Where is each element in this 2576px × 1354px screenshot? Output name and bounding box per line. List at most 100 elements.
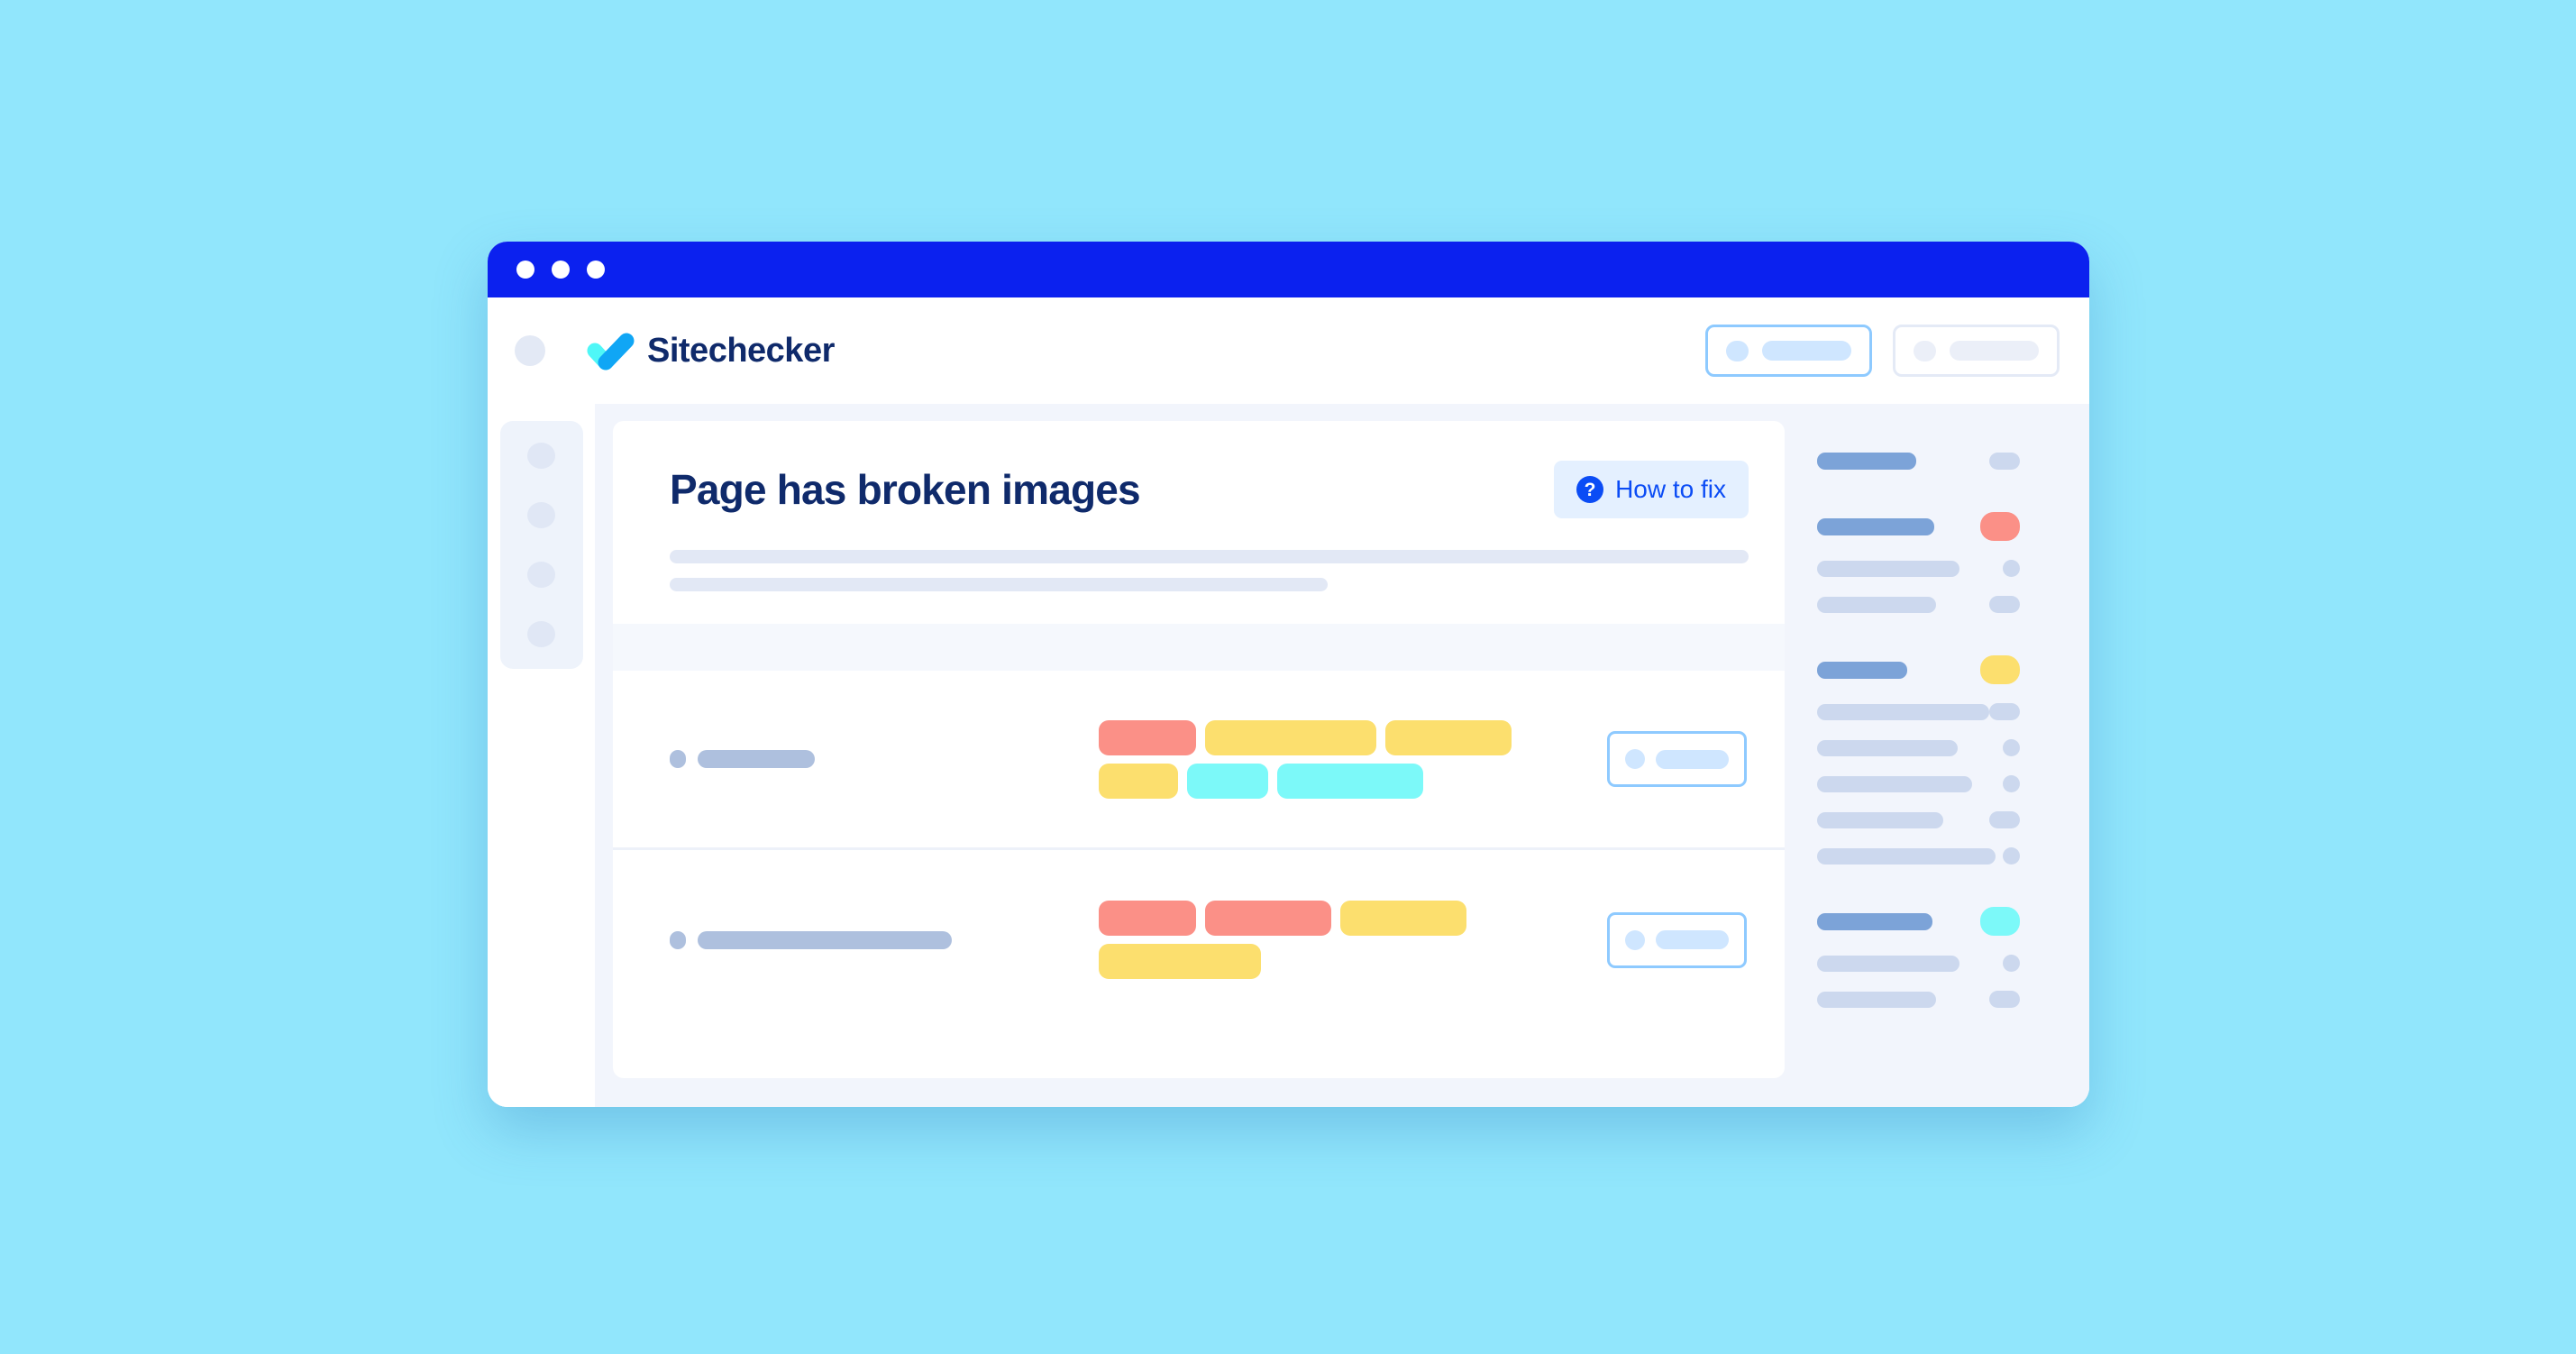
tag-warning[interactable]: [1205, 719, 1376, 755]
placeholder-label: [1762, 341, 1851, 361]
checkmark-logo-icon: [587, 333, 635, 371]
description-line: [670, 550, 1749, 563]
row-action-button[interactable]: [1607, 731, 1747, 787]
status-badge: [1989, 596, 2020, 613]
sidebar-list-item[interactable]: [1817, 991, 2020, 1008]
item-label-placeholder: [1817, 596, 1936, 613]
row-label-group: [670, 750, 1099, 768]
header-left-group: Sitechecker: [488, 331, 835, 371]
status-badge: [2003, 775, 2020, 792]
table-row[interactable]: [613, 847, 1785, 1029]
sidebar-list-item[interactable]: [1817, 739, 2020, 756]
row-action-button[interactable]: [1607, 911, 1747, 968]
status-badge: [1989, 453, 2020, 470]
traffic-light-maximize-icon[interactable]: [587, 261, 605, 279]
card-header-top: Page has broken images ? How to fix: [670, 461, 1749, 518]
item-label-placeholder: [1817, 775, 1972, 792]
avatar[interactable]: [515, 335, 545, 366]
tag-info[interactable]: [1187, 763, 1268, 799]
sidebar-section-heading[interactable]: [1817, 655, 2020, 684]
row-tag-group: [1099, 901, 1549, 979]
placeholder-icon: [1625, 929, 1645, 950]
item-label-placeholder: [1817, 811, 1943, 828]
status-badge: [2003, 560, 2020, 577]
row-bullet-icon: [670, 750, 686, 768]
tag-warning[interactable]: [1385, 719, 1512, 755]
sidebar-list-item[interactable]: [1817, 955, 2020, 972]
app-body: Page has broken images ? How to fix: [488, 404, 2089, 1107]
placeholder-label: [1656, 749, 1729, 769]
row-label-placeholder: [698, 750, 815, 768]
sidebar-item-1-icon[interactable]: [527, 443, 555, 469]
traffic-light-minimize-icon[interactable]: [552, 261, 570, 279]
placeholder-label: [1950, 341, 2039, 361]
item-label-placeholder: [1817, 739, 1958, 756]
item-label-placeholder: [1817, 991, 1936, 1008]
status-badge: [2003, 847, 2020, 865]
sidebar-section-heading[interactable]: [1817, 453, 2020, 470]
sidebar-item-4-icon[interactable]: [527, 621, 555, 647]
placeholder-icon: [1625, 749, 1645, 769]
status-badge: [1989, 811, 2020, 828]
traffic-light-close-icon[interactable]: [516, 261, 534, 279]
placeholder-icon: [1726, 340, 1749, 361]
sidebar-section-heading[interactable]: [1817, 907, 2020, 936]
description-line: [670, 578, 1329, 591]
tag-error[interactable]: [1099, 901, 1196, 936]
placeholder-label: [1656, 930, 1729, 949]
tag-warning[interactable]: [1099, 944, 1261, 979]
section-title-placeholder: [1817, 453, 1916, 470]
row-label-placeholder: [698, 930, 952, 949]
question-mark-icon: ?: [1576, 476, 1604, 503]
header-button-primary[interactable]: [1705, 325, 1872, 377]
tag-warning[interactable]: [1340, 901, 1466, 936]
row-tag-group: [1099, 719, 1549, 799]
how-to-fix-label: How to fix: [1615, 475, 1726, 503]
sidebar-list-item[interactable]: [1817, 811, 2020, 828]
tag-warning[interactable]: [1099, 763, 1178, 799]
item-label-placeholder: [1817, 703, 1989, 720]
sidebar-item-3-icon[interactable]: [527, 562, 555, 588]
right-sidebar: [1785, 421, 2089, 1107]
sidebar-list-item[interactable]: [1817, 596, 2020, 613]
row-bullet-icon: [670, 930, 686, 949]
status-badge: [2003, 739, 2020, 756]
status-badge: [2003, 955, 2020, 972]
placeholder-icon: [1914, 340, 1936, 361]
section-title-placeholder: [1817, 912, 1932, 930]
page-title: Page has broken images: [670, 465, 1141, 513]
section-title-placeholder: [1817, 661, 1907, 679]
item-label-placeholder: [1817, 560, 1959, 577]
browser-title-bar: [488, 242, 2089, 297]
sidebar-list-item[interactable]: [1817, 847, 2020, 865]
sidebar-item-2-icon[interactable]: [527, 502, 555, 528]
sidebar-list-item[interactable]: [1817, 703, 2020, 720]
description-skeleton: [670, 550, 1749, 591]
card-header: Page has broken images ? How to fix: [613, 421, 1785, 624]
app-header: Sitechecker: [488, 297, 2089, 404]
sidebar-list-item[interactable]: [1817, 775, 2020, 792]
browser-window: Sitechecker Page has broken images ? How…: [488, 242, 2089, 1107]
sidebar-list-item[interactable]: [1817, 560, 2020, 577]
table-row[interactable]: [613, 671, 1785, 847]
brand-logo[interactable]: Sitechecker: [586, 331, 835, 371]
tag-error[interactable]: [1099, 719, 1196, 755]
item-label-placeholder: [1817, 955, 1959, 972]
tag-info[interactable]: [1277, 763, 1423, 799]
left-sidebar-panel: [499, 421, 583, 669]
tag-error[interactable]: [1205, 901, 1331, 936]
brand-name: Sitechecker: [647, 332, 835, 370]
header-button-secondary[interactable]: [1893, 325, 2060, 377]
left-sidebar: [488, 404, 595, 1107]
issue-card: Page has broken images ? How to fix: [613, 421, 1785, 1078]
item-label-placeholder: [1817, 847, 1996, 865]
status-badge: [1989, 703, 2020, 720]
how-to-fix-button[interactable]: ? How to fix: [1554, 461, 1749, 518]
header-right-group: [1705, 325, 2060, 377]
status-badge-error: [1980, 512, 2020, 541]
section-title-placeholder: [1817, 517, 1934, 535]
sidebar-section-heading[interactable]: [1817, 512, 2020, 541]
